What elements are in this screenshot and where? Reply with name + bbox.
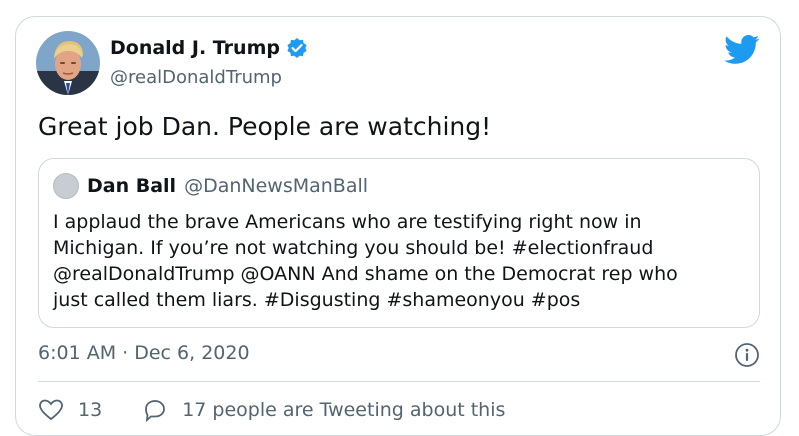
conversation-label: 17 people are Tweeting about this — [182, 399, 506, 421]
quoted-tweet-header: Dan Ball @DanNewsManBall — [53, 173, 368, 199]
speech-bubble-icon — [145, 400, 166, 423]
quoted-tweet-line: @realDonaldTrump @OANN And shame on the … — [53, 263, 678, 285]
quoted-tweet[interactable]: Dan Ball @DanNewsManBall I applaud the b… — [38, 158, 760, 328]
quoted-author-avatar — [53, 173, 79, 199]
divider — [38, 381, 760, 382]
author-name-row: Donald J. Trump — [110, 37, 308, 59]
tweet-actions: 13 17 people are Tweeting about this — [38, 397, 505, 423]
quoted-author-handle: @DanNewsManBall — [184, 175, 369, 197]
like-action[interactable]: 13 — [38, 397, 102, 423]
tweet-embed-card: Donald J. Trump @realDonaldTrump Great j… — [15, 16, 781, 436]
quoted-tweet-line: just called them liars. #Disgusting #sha… — [53, 289, 581, 311]
like-count: 13 — [78, 399, 103, 421]
quoted-tweet-line: Michigan. If you’re not watching you sho… — [53, 237, 654, 259]
tweet-text: Great job Dan. People are watching! — [38, 112, 492, 141]
quoted-tweet-text: I applaud the brave Americans who are te… — [53, 209, 753, 313]
twitter-bird-icon[interactable] — [724, 35, 760, 65]
conversation-action[interactable]: 17 people are Tweeting about this — [142, 397, 505, 423]
info-icon[interactable] — [734, 342, 760, 368]
author-name[interactable]: Donald J. Trump — [110, 37, 280, 59]
tweet-timestamp[interactable]: 6:01 AM · Dec 6, 2020 — [38, 342, 250, 364]
verified-badge-icon — [286, 37, 308, 59]
heart-icon — [39, 399, 63, 421]
author-avatar[interactable] — [36, 31, 100, 95]
quoted-author-name: Dan Ball — [87, 175, 177, 197]
quoted-tweet-line: I applaud the brave Americans who are te… — [53, 211, 642, 233]
author-handle[interactable]: @realDonaldTrump — [110, 67, 282, 88]
